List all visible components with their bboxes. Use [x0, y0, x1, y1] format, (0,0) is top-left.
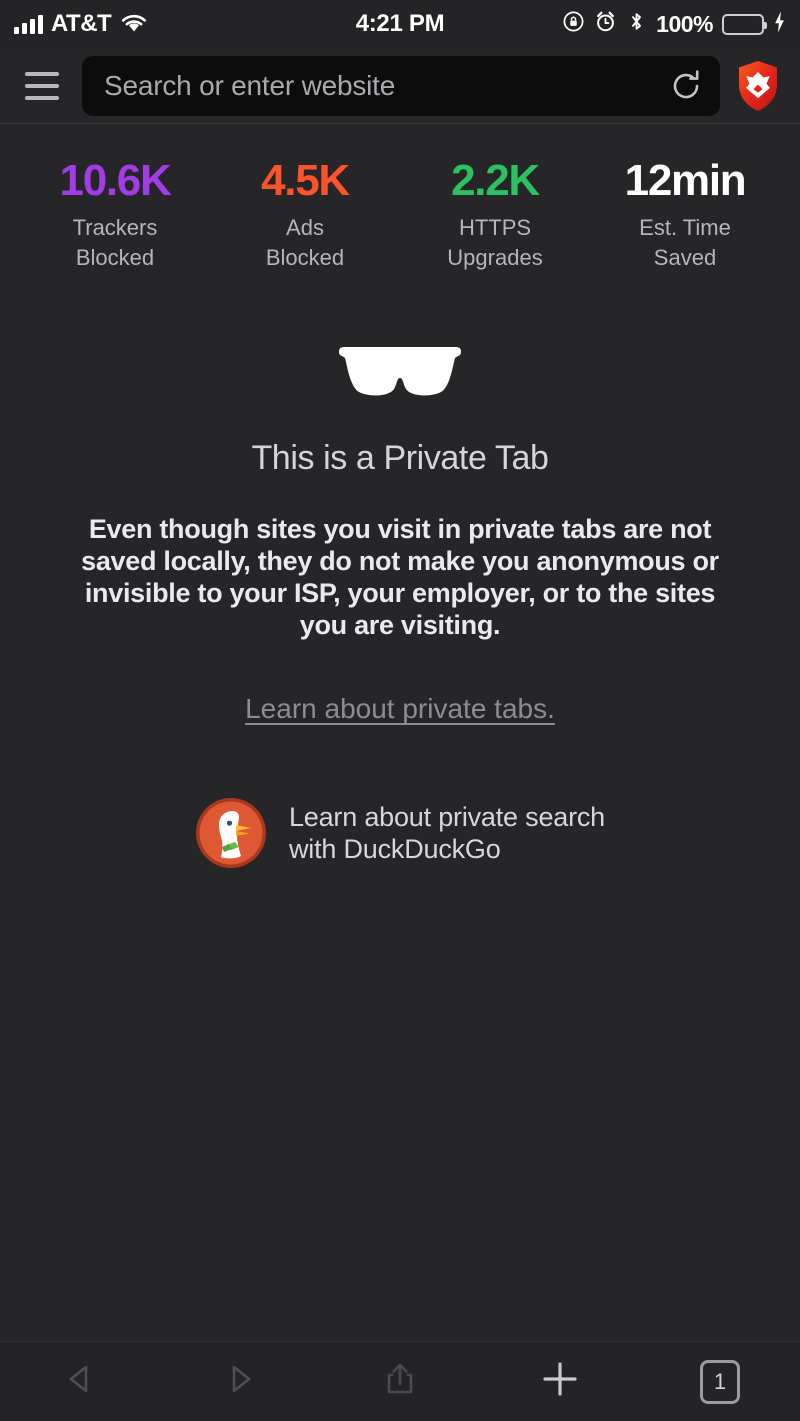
stat-label-line2: Upgrades [447, 245, 543, 271]
stat-value: 2.2K [451, 156, 540, 205]
private-tab-description: Even though sites you visit in private t… [81, 514, 719, 640]
bluetooth-icon [626, 10, 647, 38]
stat-value: 10.6K [59, 156, 172, 205]
stat-label: Trackers Blocked [20, 213, 210, 273]
stat-label-line2: Blocked [75, 245, 155, 271]
charging-bolt-icon [773, 10, 786, 39]
duckduckgo-logo-icon [195, 797, 267, 869]
stat-value: 12min [624, 156, 747, 205]
stat-trackers-blocked: 10.6K Trackers Blocked [20, 156, 210, 273]
new-tab-button[interactable] [480, 1342, 640, 1421]
browser-nav-bar: Search or enter website [0, 48, 800, 124]
duckduckgo-promo-line2: with DuckDuckGo [288, 834, 501, 865]
reload-icon[interactable] [668, 68, 704, 104]
stat-https-upgrades: 2.2K HTTPS Upgrades [400, 156, 590, 273]
wifi-icon [121, 14, 147, 34]
stat-ads-blocked: 4.5K Ads Blocked [210, 156, 400, 273]
stat-est-time-saved: 12min Est. Time Saved [590, 156, 780, 273]
private-glasses-icon [337, 345, 463, 397]
forward-button[interactable] [160, 1342, 320, 1421]
stat-label-line1: Trackers [72, 215, 158, 241]
battery-icon [722, 13, 767, 35]
stat-label-line1: Est. Time [639, 215, 731, 241]
hamburger-menu-icon[interactable] [14, 58, 70, 114]
search-input-placeholder: Search or enter website [104, 69, 396, 101]
status-bar-left: AT&T [14, 10, 147, 38]
tab-count-badge: 1 [700, 1359, 740, 1404]
private-tab-content: This is a Private Tab Even though sites … [0, 345, 800, 869]
rotation-lock-icon [562, 10, 585, 38]
stat-label: HTTPS Upgrades [400, 213, 590, 273]
back-button[interactable] [0, 1342, 160, 1421]
page-title: This is a Private Tab [251, 439, 549, 477]
search-input[interactable]: Search or enter website [82, 55, 720, 116]
carrier-label: AT&T [51, 10, 112, 37]
tab-count-button[interactable]: 1 [640, 1342, 800, 1421]
brave-lion-shield-icon[interactable] [730, 58, 786, 114]
plus-icon [538, 1357, 582, 1406]
stat-label-line1: Ads [286, 215, 324, 241]
stat-label: Est. Time Saved [590, 213, 780, 273]
browser-bottom-toolbar: 1 [0, 1341, 800, 1421]
status-bar-right: 100% [562, 10, 786, 39]
duckduckgo-promo-row[interactable]: Learn about private search with DuckDuck… [40, 797, 760, 869]
status-bar: AT&T 4:21 PM 100% [0, 0, 800, 48]
privacy-stats-row: 10.6K Trackers Blocked 4.5K Ads Blocked … [0, 124, 800, 273]
stat-label: Ads Blocked [210, 213, 400, 273]
duckduckgo-promo-line1: Learn about private search [288, 801, 605, 832]
signal-bars-icon [14, 14, 43, 34]
battery-percent-label: 100% [656, 10, 713, 37]
duckduckgo-promo-text: Learn about private search with DuckDuck… [289, 801, 605, 867]
stat-label-line2: Saved [653, 245, 717, 271]
stat-label-line2: Blocked [265, 245, 345, 271]
alarm-clock-icon [594, 10, 617, 38]
share-button[interactable] [320, 1342, 480, 1421]
learn-about-private-tabs-link[interactable]: Learn about private tabs. [245, 693, 555, 725]
share-icon [380, 1359, 420, 1404]
forward-arrow-icon [220, 1359, 260, 1404]
stat-value: 4.5K [261, 156, 350, 205]
stat-label-line1: HTTPS [458, 215, 532, 241]
back-arrow-icon [60, 1359, 100, 1404]
